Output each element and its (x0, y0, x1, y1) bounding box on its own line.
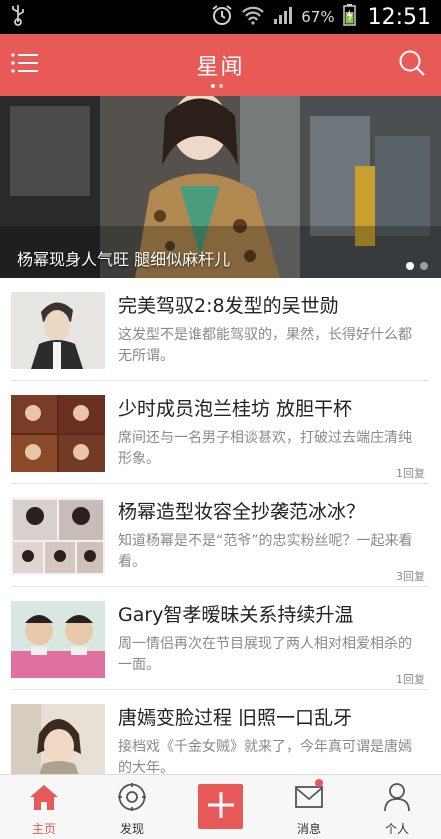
tab-discover-label: 发现 (119, 822, 144, 836)
battery-percent: 67% (301, 8, 335, 26)
tab-profile[interactable]: 个人 (353, 775, 441, 839)
news-title: 唐嫣变脸过程 旧照一口乱牙 (118, 707, 353, 729)
battery-icon (342, 4, 356, 30)
news-desc: 这发型不是谁都能驾驭的，果然，长得好什么都无所谓。 (118, 327, 412, 364)
banner-caption: 杨幂现身人气旺 腿细似麻杆儿 (17, 250, 231, 269)
tab-home-label: 主页 (31, 822, 56, 836)
bottom-nav: 主页 发现 消息 个人 (0, 774, 441, 839)
page-title: 星闻 (196, 55, 245, 80)
reply-count: 3回复 (396, 570, 425, 583)
news-item[interactable]: 杨幂造型妆容全抄袭范冰冰？ 知道杨幂是不是“范爷”的忠实粉丝呢？一起来看看。 3… (11, 484, 429, 587)
usb-icon (10, 4, 26, 30)
news-title: 完美驾驭2:8发型的吴世勋 (118, 295, 339, 317)
banner-carousel[interactable]: 杨幂现身人气旺 腿细似麻杆儿 (0, 96, 441, 278)
notification-dot (315, 779, 323, 787)
reply-count: 1回复 (396, 467, 425, 480)
news-item[interactable]: 唐嫣变脸过程 旧照一口乱牙 接档戏《千金女贼》就来了，今年真可谓是唐嫣的大年。 (11, 690, 429, 774)
banner-dot (406, 262, 414, 270)
search-icon (398, 49, 426, 81)
search-button[interactable] (395, 48, 429, 82)
alarm-icon (211, 4, 233, 30)
news-list: 完美驾驭2:8发型的吴世勋 这发型不是谁都能驾驭的，果然，长得好什么都无所谓。 … (0, 278, 441, 774)
menu-button[interactable] (8, 48, 42, 82)
user-icon (382, 781, 412, 813)
home-icon (29, 781, 59, 813)
plus-icon (207, 791, 234, 822)
banner-indicator (406, 262, 428, 270)
news-desc: 周一情侣再次在节目展现了两人相对相爱相杀的一面。 (118, 636, 412, 673)
page-dot (219, 84, 223, 88)
news-item[interactable]: 完美驾驭2:8发型的吴世勋 这发型不是谁都能驾驭的，果然，长得好什么都无所谓。 (11, 278, 429, 381)
status-time: 12:51 (367, 4, 431, 30)
tab-home[interactable]: 主页 (0, 775, 88, 839)
page-indicator (211, 84, 223, 88)
status-bar: 67% 12:51 (0, 0, 441, 34)
page-dot (211, 84, 215, 88)
news-thumbnail (11, 498, 105, 575)
tab-messages-label: 消息 (296, 822, 321, 836)
publish-button[interactable] (198, 784, 243, 829)
tab-profile-label: 个人 (384, 822, 409, 836)
news-item[interactable]: 少时成员泡兰桂坊 放胆干杯 席间还与一名男子相谈甚欢，打破过去端庄清纯形象。 1… (11, 381, 429, 484)
compass-icon (117, 781, 147, 813)
news-thumbnail (11, 601, 105, 678)
news-title: Gary智孝暧昧关系持续升温 (118, 604, 354, 626)
status-left (10, 4, 26, 30)
news-item[interactable]: Gary智孝暧昧关系持续升温 周一情侣再次在节目展现了两人相对相爱相杀的一面。 … (11, 587, 429, 690)
news-title: 杨幂造型妆容全抄袭范冰冰？ (118, 501, 366, 523)
news-title: 少时成员泡兰桂坊 放胆干杯 (118, 398, 353, 420)
news-thumbnail (11, 292, 105, 369)
news-thumbnail (11, 704, 105, 774)
app-bar: 星闻 (0, 34, 441, 96)
news-thumbnail (11, 395, 105, 472)
menu-icon (10, 51, 40, 79)
news-desc: 席间还与一名男子相谈甚欢，打破过去端庄清纯形象。 (118, 430, 412, 467)
news-desc: 知道杨幂是不是“范爷”的忠实粉丝呢？一起来看看。 (118, 533, 413, 570)
tab-messages[interactable]: 消息 (265, 775, 353, 839)
reply-count: 1回复 (396, 673, 425, 686)
banner-dot (420, 262, 428, 270)
signal-icon (273, 6, 293, 28)
wifi-icon (241, 5, 265, 29)
status-right: 67% 12:51 (211, 4, 431, 30)
news-desc: 接档戏《千金女贼》就来了，今年真可谓是唐嫣的大年。 (118, 739, 412, 774)
tab-discover[interactable]: 发现 (88, 775, 176, 839)
